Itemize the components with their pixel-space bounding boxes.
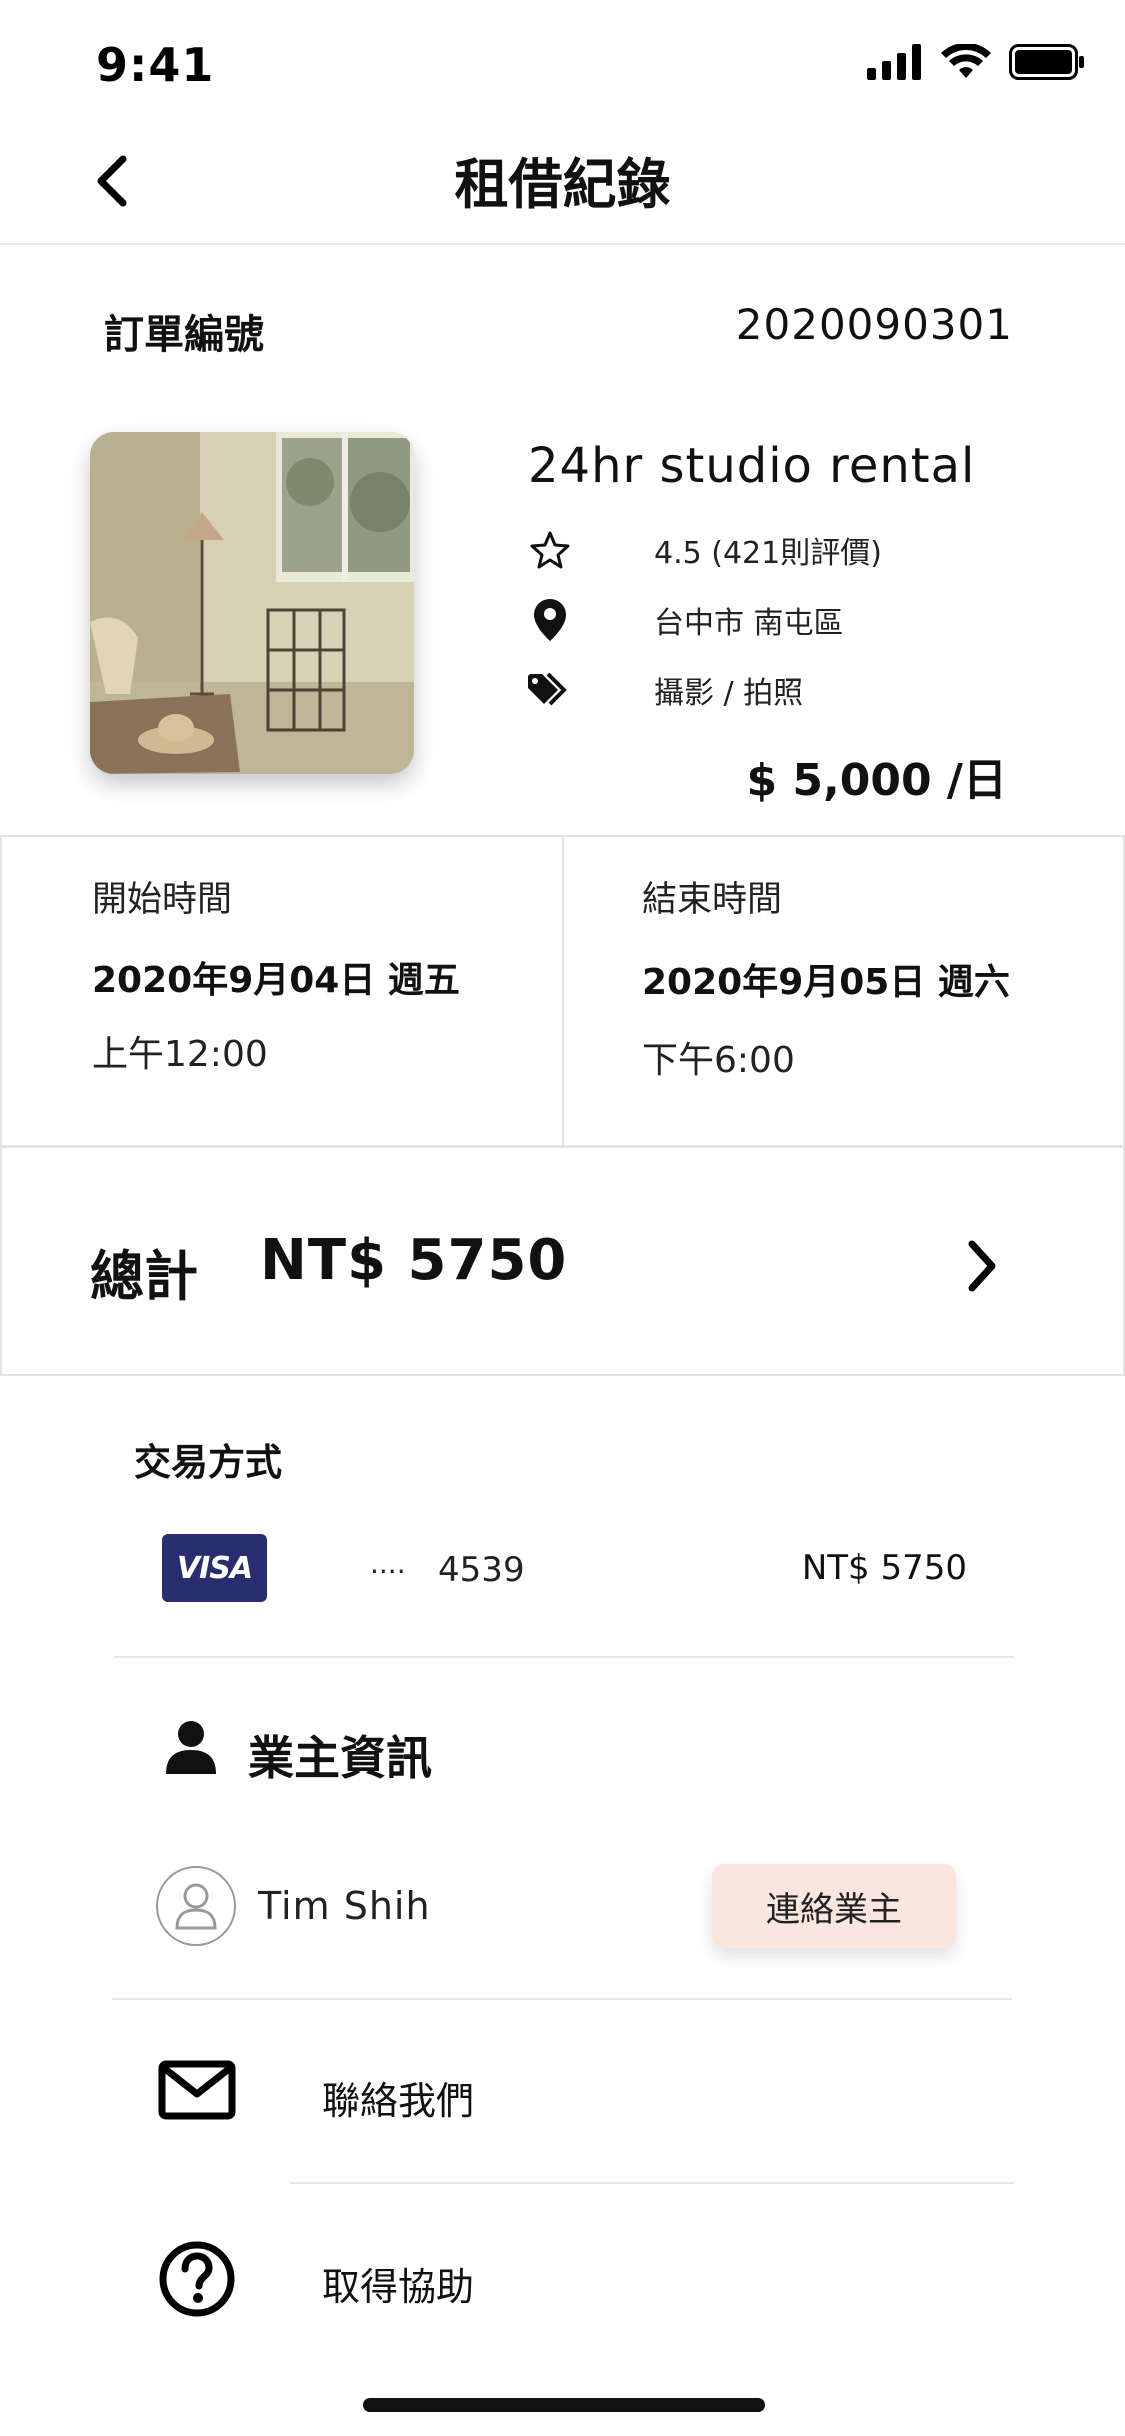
- end-time-label: 結束時間: [642, 880, 783, 920]
- status-icons: [867, 42, 1085, 84]
- category-row: 攝影 / 拍照: [528, 668, 803, 712]
- chevron-right-icon[interactable]: [966, 1240, 998, 1296]
- status-time: 9:41: [96, 38, 215, 92]
- battery-icon: [1009, 44, 1085, 84]
- listing-price: $ 5,000 /日: [746, 755, 1008, 806]
- contact-owner-button[interactable]: 連絡業主: [712, 1864, 956, 1948]
- order-number-label: 訂單編號: [104, 312, 264, 358]
- owner-name: Tim Shih: [258, 1884, 431, 1928]
- location-row: 台中市 南屯區: [528, 598, 844, 642]
- rating-row: 4.5 (421則評價): [528, 528, 882, 572]
- header-divider: [0, 243, 1125, 245]
- tags-icon: [528, 668, 572, 712]
- location-pin-icon: [528, 598, 572, 642]
- contact-us-label: 聯絡我們: [322, 2079, 475, 2123]
- person-icon: [166, 1720, 216, 1778]
- home-indicator[interactable]: [363, 2398, 765, 2412]
- mail-icon: [158, 2060, 236, 2124]
- start-date: 2020年9月04日 週五: [92, 960, 460, 1001]
- visa-card-logo: VISA: [162, 1534, 267, 1602]
- get-help-label: 取得協助: [322, 2265, 475, 2309]
- card-number: ···· 4539: [370, 1550, 525, 1590]
- payment-amount: NT$ 5750: [801, 1548, 967, 1588]
- owner-info-title: 業主資訊: [248, 1731, 432, 1785]
- help-icon: [158, 2240, 236, 2322]
- card-last4: 4539: [438, 1550, 525, 1590]
- page-title: 租借紀錄: [454, 153, 671, 216]
- card-mask: ····: [370, 1555, 406, 1588]
- wifi-icon: [941, 42, 991, 84]
- contact-us-row[interactable]: 聯絡我們: [0, 2024, 1125, 2184]
- total-value: NT$ 5750: [260, 1228, 568, 1293]
- owner-divider: [112, 1998, 1012, 2000]
- listing-title[interactable]: 24hr studio rental: [528, 438, 975, 494]
- rating-text: 4.5 (421則評價): [654, 536, 882, 571]
- order-number-value: 2020090301: [735, 300, 1013, 349]
- star-icon: [528, 528, 572, 572]
- total-label: 總計: [90, 1245, 198, 1308]
- end-date: 2020年9月05日 週六: [642, 962, 1010, 1003]
- cellular-signal-icon: [867, 44, 923, 84]
- payment-title: 交易方式: [134, 1441, 282, 1484]
- start-time-box: 開始時間 2020年9月04日 週五 上午12:00: [0, 835, 564, 1147]
- payment-divider: [114, 1656, 1014, 1658]
- end-hour: 下午6:00: [642, 1040, 795, 1081]
- location-text: 台中市 南屯區: [654, 606, 844, 641]
- links-divider: [290, 2182, 1014, 2184]
- studio-photo[interactable]: [90, 432, 414, 774]
- end-time-box: 結束時間 2020年9月05日 週六 下午6:00: [562, 835, 1125, 1147]
- owner-avatar: [156, 1866, 236, 1946]
- get-help-row[interactable]: 取得協助: [0, 2204, 1125, 2364]
- start-hour: 上午12:00: [92, 1034, 268, 1075]
- start-time-label: 開始時間: [92, 880, 233, 920]
- category-text: 攝影 / 拍照: [654, 676, 804, 711]
